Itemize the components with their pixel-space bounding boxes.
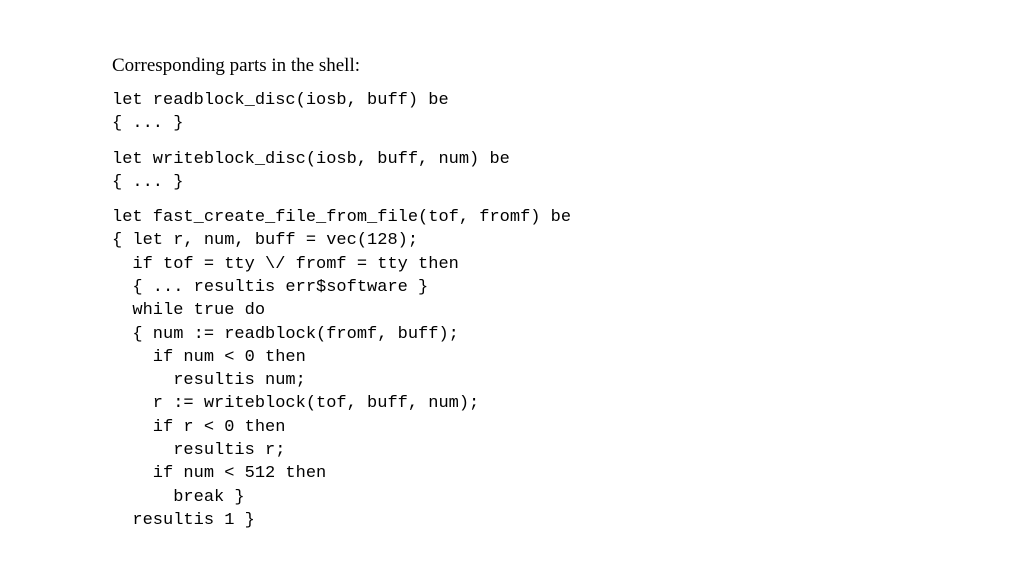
document-page: Corresponding parts in the shell: let re…	[0, 0, 1024, 532]
code-block-readblock: let readblock_disc(iosb, buff) be { ... …	[112, 89, 1024, 136]
section-heading: Corresponding parts in the shell:	[112, 55, 1024, 77]
code-block-writeblock: let writeblock_disc(iosb, buff, num) be …	[112, 148, 1024, 195]
code-block-fast-create: let fast_create_file_from_file(tof, from…	[112, 206, 1024, 532]
